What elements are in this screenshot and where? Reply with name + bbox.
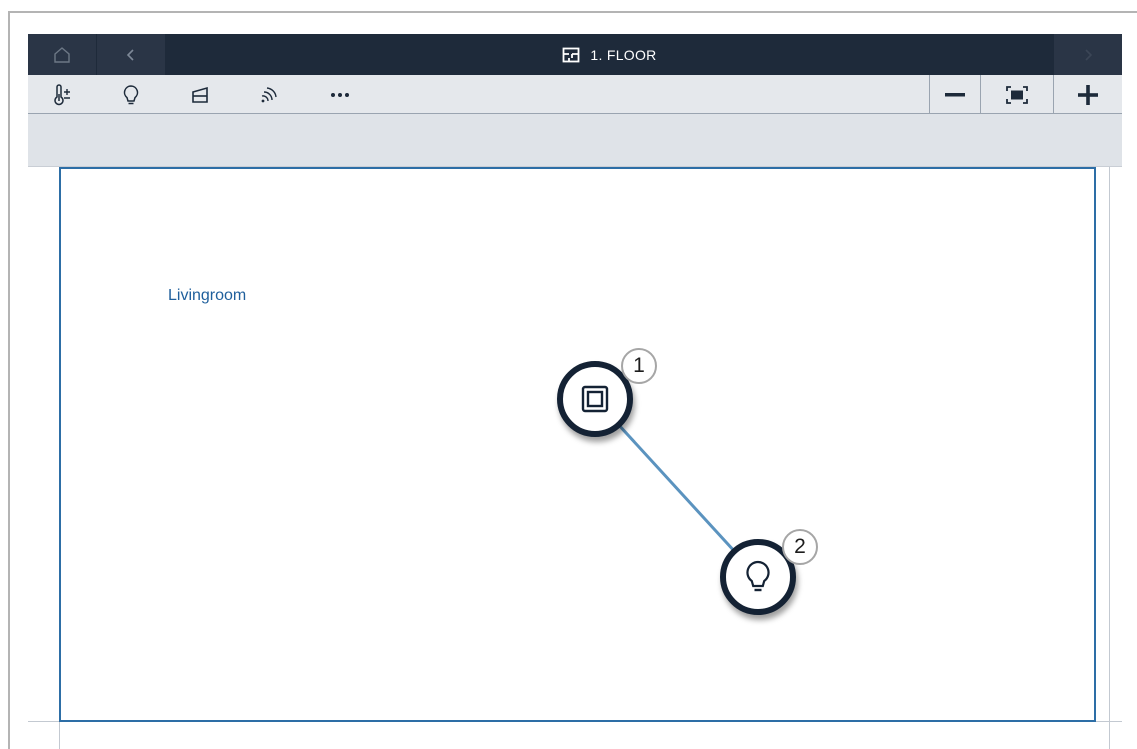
device-number: 2 [794, 535, 806, 558]
back-button[interactable] [97, 34, 165, 75]
switch-icon [581, 385, 609, 413]
more-icon [331, 92, 349, 97]
page-title-text: 1. FLOOR [590, 46, 657, 63]
floor-plan-canvas[interactable]: Livingroom 1 2 [28, 166, 1122, 749]
title-bar: 1. FLOOR [28, 34, 1122, 75]
fit-screen-button[interactable] [980, 75, 1053, 114]
light-bulb-icon [746, 560, 770, 592]
temperature-icon [54, 83, 70, 105]
toolbar-spacer [28, 114, 1122, 166]
device-number: 1 [633, 354, 645, 377]
chevron-right-icon [1085, 48, 1093, 61]
home-button[interactable] [28, 34, 96, 75]
toolbar [28, 75, 1122, 114]
forward-button[interactable] [1054, 34, 1122, 75]
temperature-tool[interactable] [40, 75, 84, 114]
light-tool[interactable] [109, 75, 153, 114]
zoom-in-icon [1078, 84, 1098, 105]
floor-plan-icon [562, 47, 580, 62]
fit-screen-icon [1006, 85, 1028, 104]
floor-plan-app: 1. FLOOR Livingroom 1 2 [28, 34, 1122, 749]
zoom-out-icon [945, 92, 965, 96]
home-icon [54, 46, 70, 63]
wireless-tool[interactable] [247, 75, 291, 114]
wireless-icon [261, 86, 277, 102]
device-number-badge: 2 [782, 529, 818, 565]
device-link-line [593, 397, 760, 579]
zoom-out-button[interactable] [929, 75, 980, 114]
blind-icon [192, 86, 208, 103]
chevron-left-icon [126, 48, 134, 61]
page-title: 1. FLOOR [165, 34, 1054, 75]
more-tool[interactable] [318, 75, 362, 114]
device-number-badge: 1 [621, 348, 657, 384]
zoom-in-button[interactable] [1053, 75, 1122, 114]
blind-tool[interactable] [178, 75, 222, 114]
light-bulb-icon [123, 84, 139, 104]
